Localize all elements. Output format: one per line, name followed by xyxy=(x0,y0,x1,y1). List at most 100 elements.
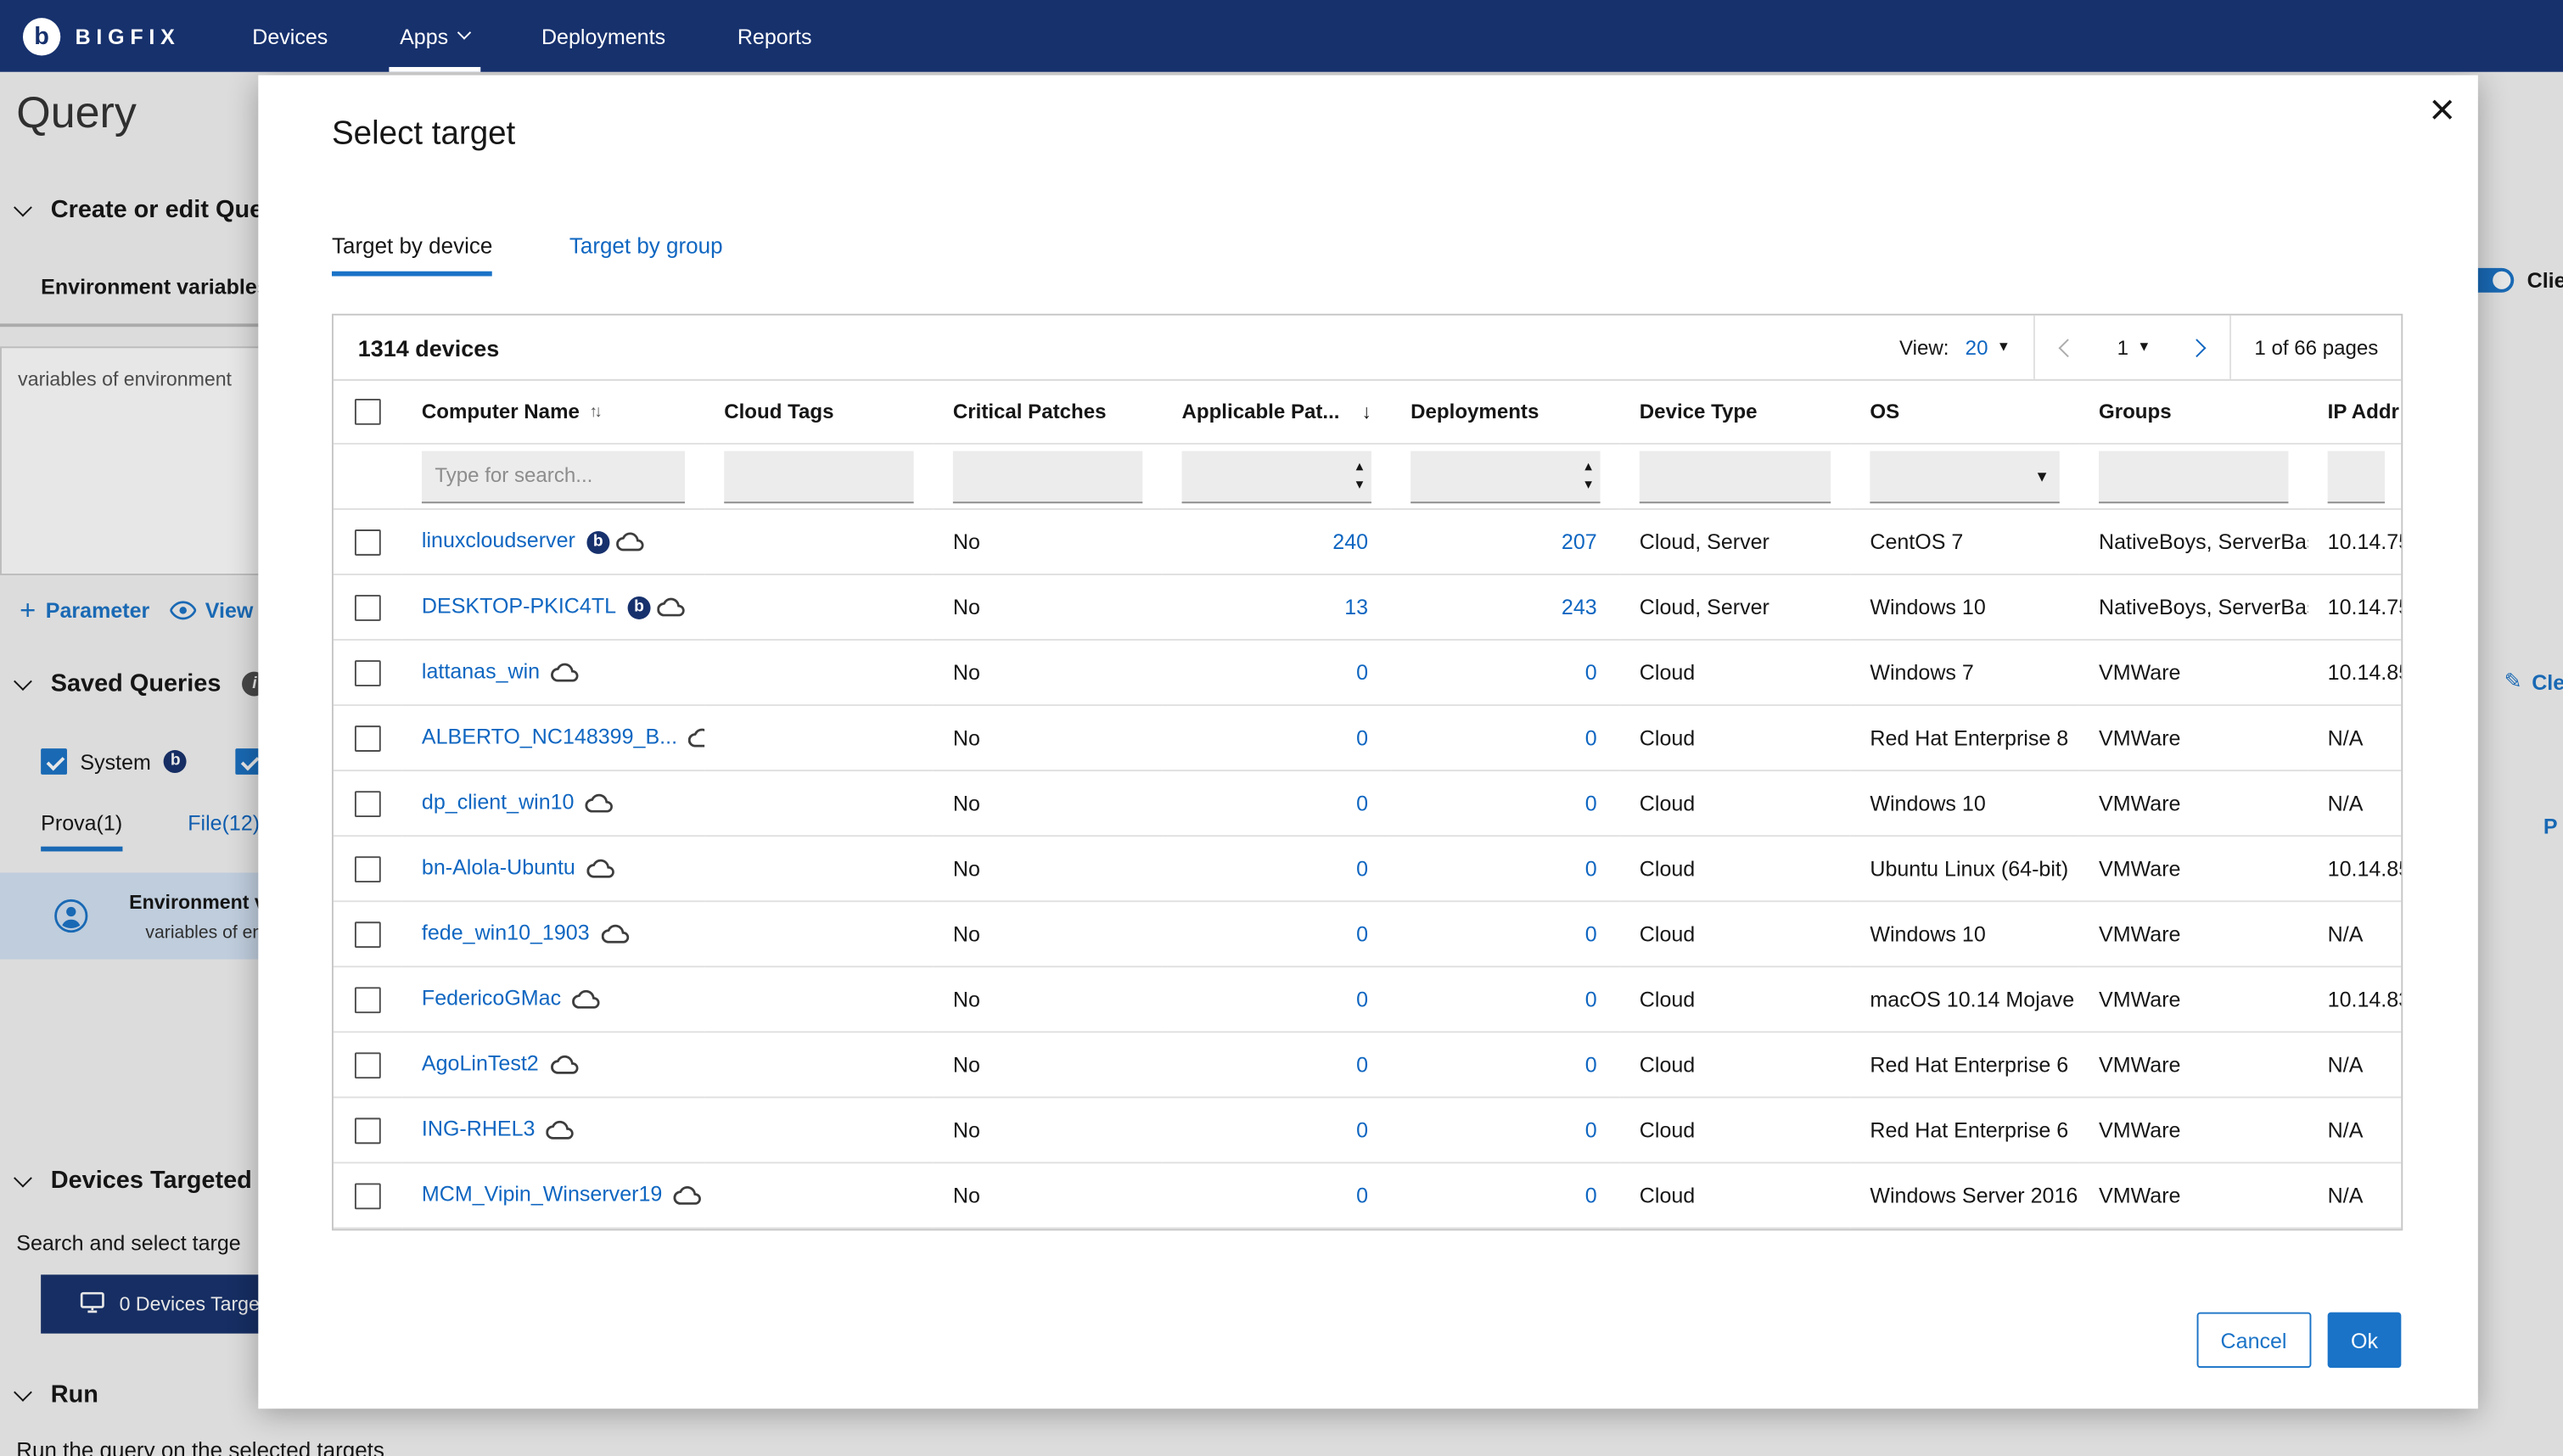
device-type-value: Cloud xyxy=(1639,725,1696,751)
applicable-patches-link[interactable]: 0 xyxy=(1356,856,1368,881)
deployments-link[interactable]: 0 xyxy=(1585,921,1597,946)
column-header-groups[interactable]: Groups xyxy=(2078,380,2308,445)
computer-name-link[interactable]: fede_win10_1903 xyxy=(422,920,590,944)
nav-item-devices[interactable]: Devices xyxy=(216,0,364,72)
row-checkbox[interactable] xyxy=(354,725,381,752)
chevron-down-icon[interactable]: ▾ xyxy=(2038,465,2047,486)
chevron-down-icon: ▾ xyxy=(1999,338,2008,356)
filter-input-os[interactable] xyxy=(1870,450,2060,503)
bigfix-logo[interactable]: b BIGFIX xyxy=(0,0,203,72)
deployments-link[interactable]: 0 xyxy=(1585,856,1597,881)
applicable-patches-link[interactable]: 0 xyxy=(1356,791,1368,815)
deployments-link[interactable]: 207 xyxy=(1562,529,1597,554)
computer-name-link[interactable]: ING-RHEL3 xyxy=(422,1116,536,1140)
filter-input-critical_patches[interactable] xyxy=(952,450,1143,503)
deployments-link[interactable]: 0 xyxy=(1585,1183,1597,1207)
nav-item-deployments[interactable]: Deployments xyxy=(506,0,702,72)
applicable-patches-link[interactable]: 240 xyxy=(1332,529,1368,554)
applicable-patches-link[interactable]: 0 xyxy=(1356,725,1368,750)
column-header-device_type[interactable]: Device Type xyxy=(1619,380,1851,445)
column-header-deployments[interactable]: Deployments xyxy=(1391,380,1620,445)
cloud-icon xyxy=(550,1050,578,1078)
deployments-link[interactable]: 0 xyxy=(1585,791,1597,815)
computer-name-link[interactable]: AgoLinTest2 xyxy=(422,1050,539,1075)
column-header-os[interactable]: OS xyxy=(1850,380,2079,445)
row-checkbox[interactable] xyxy=(354,986,381,1013)
computer-name-link[interactable]: ALBERTO_NC148399_B... xyxy=(422,724,677,748)
column-header-ip[interactable]: IP Addr xyxy=(2308,380,2402,445)
column-header-applicable_patches[interactable]: Applicable Pat... ↓ xyxy=(1162,380,1392,445)
column-header-cloud_tags[interactable]: Cloud Tags xyxy=(704,380,934,445)
deployments-link[interactable]: 0 xyxy=(1585,1117,1597,1142)
os-value: Windows 7 xyxy=(1870,660,1974,686)
row-checkbox[interactable] xyxy=(354,1051,381,1078)
applicable-patches-link[interactable]: 0 xyxy=(1356,1052,1368,1077)
column-header-name[interactable]: Computer Name ↑↓ xyxy=(401,380,705,445)
computer-name-link[interactable]: linuxcloudserver xyxy=(422,528,575,552)
cell-deployments: 0 xyxy=(1391,836,1620,903)
nav-item-reports[interactable]: Reports xyxy=(701,0,847,72)
page-size-select[interactable]: 20 ▾ xyxy=(1949,316,2033,379)
tab-target-by-group[interactable]: Target by group xyxy=(569,233,723,276)
computer-name-link[interactable]: DESKTOP-PKIC4TL xyxy=(422,593,616,618)
applicable-patches-link[interactable]: 0 xyxy=(1356,1117,1368,1142)
cell-cloud-tags xyxy=(704,770,934,837)
row-checkbox[interactable] xyxy=(354,790,381,817)
row-checkbox[interactable] xyxy=(354,1182,381,1209)
filter-cell-os: ▾ xyxy=(1850,443,2079,510)
filter-input-ip[interactable] xyxy=(2327,450,2386,503)
applicable-patches-link[interactable]: 0 xyxy=(1356,921,1368,946)
page-number-select[interactable]: 1 ▾ xyxy=(2100,316,2164,379)
row-checkbox[interactable] xyxy=(354,659,381,686)
previous-page-button[interactable] xyxy=(2035,316,2100,379)
row-checkbox[interactable] xyxy=(354,594,381,620)
modal-title: Select target xyxy=(331,115,516,153)
select-all-checkbox[interactable] xyxy=(354,398,381,425)
deployments-link[interactable]: 0 xyxy=(1585,660,1597,685)
applicable-patches-link[interactable]: 0 xyxy=(1356,1183,1368,1207)
cell-ip: N/A xyxy=(2308,901,2402,968)
filter-input-deployments[interactable] xyxy=(1410,450,1601,503)
device-type-value: Cloud xyxy=(1639,791,1696,816)
deployments-link[interactable]: 0 xyxy=(1585,1052,1597,1077)
computer-name-link[interactable]: lattanas_win xyxy=(422,658,540,683)
row-checkbox[interactable] xyxy=(354,855,381,882)
column-label: Device Type xyxy=(1639,400,1758,423)
cancel-button[interactable]: Cancel xyxy=(2196,1312,2312,1369)
close-icon[interactable]: × xyxy=(2429,87,2454,132)
applicable-patches-link[interactable]: 0 xyxy=(1356,660,1368,685)
filter-input-groups[interactable] xyxy=(2099,450,2289,503)
deployments-link[interactable]: 0 xyxy=(1585,987,1597,1011)
tab-target-by-device[interactable]: Target by device xyxy=(331,233,493,277)
nav-item-apps[interactable]: Apps xyxy=(364,0,506,72)
filter-input-device_type[interactable] xyxy=(1639,450,1831,503)
nav-item-label: Reports xyxy=(737,23,812,48)
computer-name-link[interactable]: MCM_Vipin_Winserver19 xyxy=(422,1181,662,1206)
applicable-patches-link[interactable]: 13 xyxy=(1344,595,1368,619)
column-header-critical_patches[interactable]: Critical Patches xyxy=(933,380,1163,445)
deployments-link[interactable]: 243 xyxy=(1562,595,1597,619)
sort-desc-icon[interactable]: ↓ xyxy=(1361,400,1371,423)
device-type-value: Cloud xyxy=(1639,660,1696,686)
filter-input-name[interactable] xyxy=(421,450,686,503)
row-checkbox[interactable] xyxy=(354,1117,381,1144)
row-checkbox[interactable] xyxy=(354,921,381,948)
filter-input-cloud_tags[interactable] xyxy=(724,450,914,503)
ok-button[interactable]: Ok xyxy=(2327,1312,2402,1369)
next-page-button[interactable] xyxy=(2165,316,2230,379)
number-stepper[interactable]: ▴ ▾ xyxy=(1356,456,1364,492)
deployments-link[interactable]: 0 xyxy=(1585,725,1597,750)
filter-input-applicable_patches[interactable] xyxy=(1181,450,1371,503)
critical-patches-value: No xyxy=(952,529,980,554)
computer-name-link[interactable]: dp_client_win10 xyxy=(422,789,575,814)
device-count: 1314 devices xyxy=(357,333,500,361)
sort-icon[interactable]: ↑↓ xyxy=(589,403,602,421)
computer-name-link[interactable]: bn-Alola-Ubuntu xyxy=(422,854,575,879)
computer-name-link[interactable]: FedericoGMac xyxy=(422,985,561,1010)
row-checkbox[interactable] xyxy=(354,529,381,555)
applicable-patches-link[interactable]: 0 xyxy=(1356,987,1368,1011)
cell-device-type: Cloud, Server xyxy=(1619,574,1851,641)
cell-ip: 10.14.75. xyxy=(2308,574,2402,641)
filter-cell-critical_patches xyxy=(933,443,1163,510)
number-stepper[interactable]: ▴ ▾ xyxy=(1584,456,1592,492)
